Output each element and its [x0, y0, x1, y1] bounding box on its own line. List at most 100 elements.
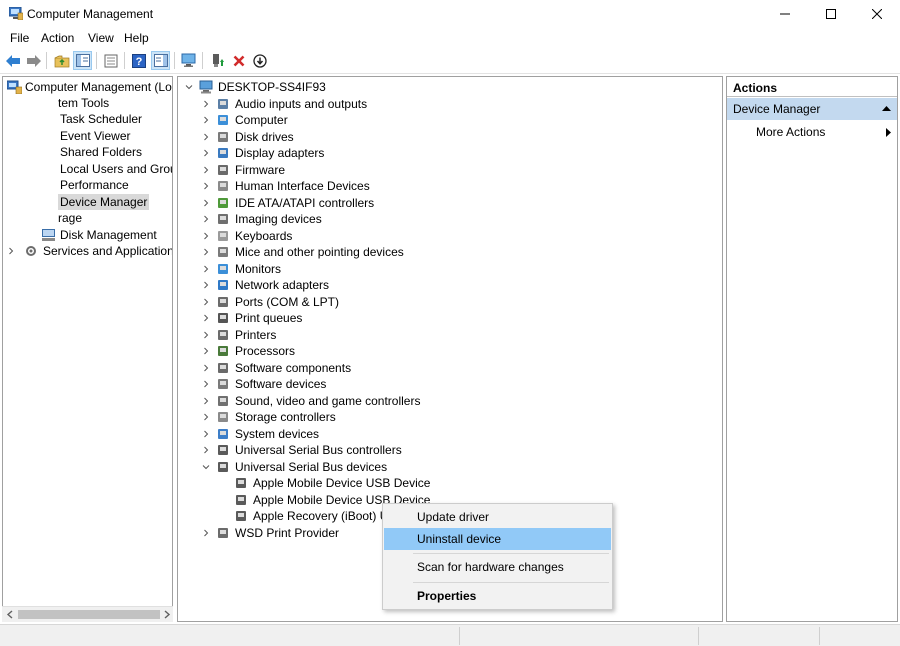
chevron-right-icon[interactable]: [201, 228, 211, 244]
device-row-human-interface-devices[interactable]: Human Interface Devices: [178, 178, 718, 194]
device-row-storage-controllers[interactable]: Storage controllers: [178, 409, 718, 425]
device-row-disk-drives[interactable]: Disk drives: [178, 129, 718, 145]
device-row-universal-serial-bus-devices[interactable]: Universal Serial Bus devices: [178, 459, 718, 475]
mice-and-other-pointing-devices-icon: [215, 244, 231, 260]
chevron-down-icon[interactable]: [184, 79, 194, 95]
chevron-right-icon[interactable]: [6, 243, 16, 259]
device-row-keyboards[interactable]: Keyboards: [178, 228, 718, 244]
chevron-right-icon[interactable]: [201, 343, 211, 359]
chevron-right-icon[interactable]: [201, 195, 211, 211]
chevron-right-icon[interactable]: [201, 129, 211, 145]
device-row-universal-serial-bus-controllers[interactable]: Universal Serial Bus controllers: [178, 442, 718, 458]
device-row-software-components[interactable]: Software components: [178, 360, 718, 376]
uninstall-toolbar-button[interactable]: [229, 51, 248, 70]
chevron-right-icon[interactable]: [201, 145, 211, 161]
actions-section-device-manager[interactable]: Device Manager: [727, 98, 897, 120]
device-row-printers[interactable]: Printers: [178, 327, 718, 343]
red-x-icon: [233, 55, 244, 66]
device-row-system-devices[interactable]: System devices: [178, 426, 718, 442]
chevron-right-icon[interactable]: [201, 409, 211, 425]
help-button[interactable]: ?: [129, 51, 148, 70]
context-uninstall-device[interactable]: Uninstall device: [384, 528, 611, 550]
device-row-ide-ata-atapi-controllers[interactable]: IDE ATA/ATAPI controllers: [178, 195, 718, 211]
disk-drives-icon: [215, 129, 231, 145]
device-row-network-adapters[interactable]: Network adapters: [178, 277, 718, 293]
show-action-pane-button[interactable]: [151, 51, 170, 70]
minimize-button[interactable]: [762, 0, 808, 28]
computer-management-icon: [6, 79, 22, 95]
chevron-down-icon[interactable]: [201, 459, 211, 475]
more-actions-item[interactable]: More Actions: [727, 122, 897, 142]
chevron-right-icon[interactable]: [201, 393, 211, 409]
properties-icon: [104, 54, 117, 67]
scroll-left-icon[interactable]: [6, 610, 14, 619]
device-row-processors[interactable]: Processors: [178, 343, 718, 359]
context-properties[interactable]: Properties: [384, 585, 611, 607]
system-devices-icon: [215, 426, 231, 442]
minimize-icon: [780, 13, 790, 15]
show-hide-tree-button[interactable]: [73, 51, 92, 70]
print-queues-icon: [215, 310, 231, 326]
device-row-audio-inputs-and-outputs[interactable]: Audio inputs and outputs: [178, 96, 718, 112]
chevron-right-icon[interactable]: [201, 261, 211, 277]
apple-mobile-device-usb-device-1-icon: [233, 492, 249, 508]
update-driver-toolbar-button[interactable]: [208, 51, 227, 70]
scan-hardware-button[interactable]: [179, 51, 198, 70]
chevron-right-icon[interactable]: [201, 277, 211, 293]
context-scan-hardware[interactable]: Scan for hardware changes: [384, 556, 611, 578]
menu-help[interactable]: Help: [124, 31, 149, 45]
device-row-apple-mobile-device-usb-device-0[interactable]: Apple Mobile Device USB Device: [178, 475, 718, 491]
menu-file[interactable]: File: [10, 31, 29, 45]
services-icon: [23, 243, 39, 259]
scrollbar-thumb[interactable]: [18, 610, 160, 619]
help-icon: ?: [131, 53, 146, 68]
device-row-monitors[interactable]: Monitors: [178, 261, 718, 277]
action-pane-icon: [153, 54, 168, 67]
up-folder-button[interactable]: [52, 51, 71, 70]
chevron-right-icon[interactable]: [201, 310, 211, 326]
menu-bar: File Action View Help: [0, 28, 900, 48]
chevron-right-icon[interactable]: [201, 294, 211, 310]
rollback-driver-button[interactable]: [250, 51, 269, 70]
chevron-right-icon[interactable]: [201, 211, 211, 227]
device-row-mice-and-other-pointing-devices[interactable]: Mice and other pointing devices: [178, 244, 718, 260]
maximize-icon: [826, 9, 836, 19]
device-row-ports-com-lpt[interactable]: Ports (COM & LPT): [178, 294, 718, 310]
context-update-driver[interactable]: Update driver: [384, 506, 611, 528]
chevron-right-icon[interactable]: [201, 327, 211, 343]
scroll-right-icon[interactable]: [163, 610, 171, 619]
maximize-button[interactable]: [808, 0, 854, 28]
back-button[interactable]: [3, 51, 22, 70]
chevron-right-icon[interactable]: [201, 442, 211, 458]
tree-node-computer-root[interactable]: DESKTOP-SS4IF93: [178, 79, 718, 95]
device-row-imaging-devices[interactable]: Imaging devices: [178, 211, 718, 227]
device-row-firmware[interactable]: Firmware: [178, 162, 718, 178]
device-row-display-adapters[interactable]: Display adapters: [178, 145, 718, 161]
device-row-software-devices[interactable]: Software devices: [178, 376, 718, 392]
chevron-right-icon[interactable]: [201, 112, 211, 128]
chevron-right-icon[interactable]: [201, 426, 211, 442]
forward-button[interactable]: [24, 51, 43, 70]
chevron-right-icon[interactable]: [201, 244, 211, 260]
processors-icon: [215, 343, 231, 359]
tree-node-computer-management[interactable]: Computer Management (Local: [3, 79, 172, 95]
driver-update-icon: [212, 54, 224, 67]
chevron-right-icon[interactable]: [201, 525, 211, 541]
menu-action[interactable]: Action: [41, 31, 74, 45]
chevron-right-icon[interactable]: [201, 162, 211, 178]
device-row-computer[interactable]: Computer: [178, 112, 718, 128]
close-button[interactable]: [854, 0, 900, 28]
properties-button[interactable]: [101, 51, 120, 70]
chevron-right-icon[interactable]: [201, 178, 211, 194]
device-row-print-queues[interactable]: Print queues: [178, 310, 718, 326]
device-row-sound-video-and-game-controllers[interactable]: Sound, video and game controllers: [178, 393, 718, 409]
apple-mobile-device-usb-device-0-icon: [233, 475, 249, 491]
menu-view[interactable]: View: [88, 31, 114, 45]
chevron-right-icon[interactable]: [201, 96, 211, 112]
chevron-right-icon[interactable]: [201, 360, 211, 376]
computer-icon: [215, 112, 231, 128]
svg-text:?: ?: [135, 56, 142, 68]
console-tree-icon: [75, 54, 90, 67]
left-horizontal-scrollbar[interactable]: [2, 606, 173, 622]
chevron-right-icon[interactable]: [201, 376, 211, 392]
